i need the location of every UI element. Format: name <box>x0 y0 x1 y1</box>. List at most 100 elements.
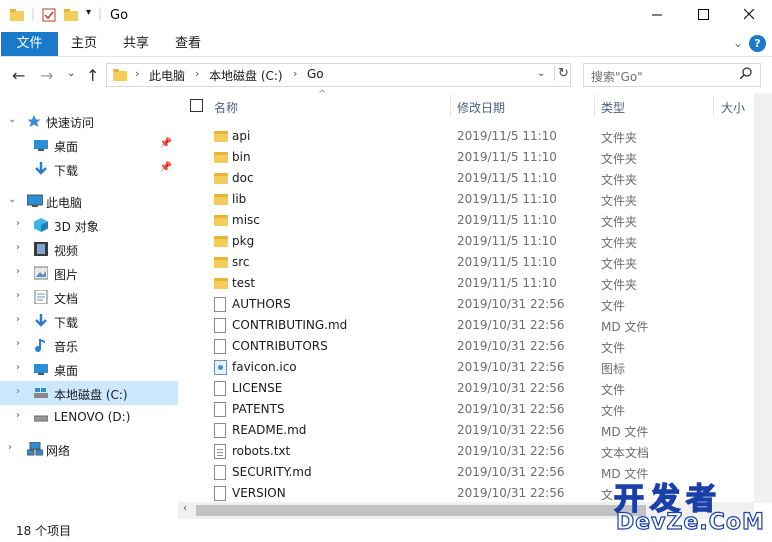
address-row: ← → ⌄ ↑ › 此电脑 › 本地磁盘 (C:) › Go ⌄ ↻ 搜索"Go… <box>0 56 772 93</box>
column-type[interactable]: 类型 <box>601 99 625 116</box>
scroll-left-icon[interactable]: ‹ <box>183 503 187 514</box>
file-row[interactable]: misc 2019/11/5 11:10 文件夹 <box>178 210 772 231</box>
chevron-right-icon[interactable]: › <box>16 314 20 325</box>
column-size[interactable]: 大小 <box>721 99 745 116</box>
address-bar[interactable]: › 此电脑 › 本地磁盘 (C:) › Go ⌄ ↻ <box>106 63 571 87</box>
desktop-icon <box>34 138 48 152</box>
chevron-right-icon[interactable]: › <box>16 290 20 301</box>
nav-item-videos[interactable]: › 视频 <box>0 237 178 261</box>
file-date: 2019/11/5 11:10 <box>457 129 557 143</box>
chevron-right-icon[interactable]: › <box>16 266 20 277</box>
forward-icon[interactable]: → <box>40 66 53 85</box>
file-row[interactable]: pkg 2019/11/5 11:10 文件夹 <box>178 231 772 252</box>
chevron-right-icon[interactable]: › <box>8 442 12 453</box>
column-date[interactable]: 修改日期 <box>457 99 505 116</box>
file-row[interactable]: api 2019/11/5 11:10 文件夹 <box>178 126 772 147</box>
file-type: 文件 <box>601 341 626 355</box>
file-row[interactable]: README.md 2019/10/31 22:56 MD 文件 <box>178 420 772 441</box>
folder-icon <box>214 129 228 144</box>
nav-item-drive-d[interactable]: › LENOVO (D:) <box>0 405 178 429</box>
file-row[interactable]: robots.txt 2019/10/31 22:56 文本文档 <box>178 441 772 462</box>
chevron-right-icon[interactable]: › <box>16 242 20 253</box>
file-name: CONTRIBUTORS <box>232 339 328 353</box>
expand-ribbon-icon[interactable]: ⌄ <box>733 36 743 50</box>
select-all-checkbox[interactable] <box>190 99 203 112</box>
nav-item-this-pc[interactable]: ⌄ 此电脑 <box>0 189 178 213</box>
column-divider[interactable] <box>594 95 595 117</box>
tab-file[interactable]: 文件 <box>1 32 58 56</box>
nav-item-documents[interactable]: › 文档 <box>0 285 178 309</box>
chevron-right-icon[interactable]: › <box>16 338 20 349</box>
back-icon[interactable]: ← <box>12 66 25 85</box>
up-icon[interactable]: ↑ <box>86 66 99 85</box>
help-icon[interactable]: ? <box>749 35 766 52</box>
breadcrumb-separator[interactable]: › <box>293 67 297 80</box>
breadcrumb-this-pc[interactable]: 此电脑 <box>149 67 185 84</box>
properties-icon[interactable] <box>42 8 56 25</box>
tab-view[interactable]: 查看 <box>166 32 210 56</box>
column-divider[interactable] <box>450 95 451 117</box>
file-row[interactable]: CONTRIBUTING.md 2019/10/31 22:56 MD 文件 <box>178 315 772 336</box>
breadcrumb-separator[interactable]: › <box>195 67 199 80</box>
close-button[interactable] <box>726 0 772 32</box>
column-name[interactable]: 名称 <box>214 99 238 116</box>
breadcrumb-separator[interactable]: › <box>135 67 139 80</box>
file-row[interactable]: bin 2019/11/5 11:10 文件夹 <box>178 147 772 168</box>
nav-item-desktop-pc[interactable]: › 桌面 <box>0 357 178 381</box>
tab-share[interactable]: 共享 <box>114 32 158 56</box>
nav-item-3d-objects[interactable]: › 3D 对象 <box>0 213 178 237</box>
pin-icon[interactable]: 📌 <box>160 162 172 173</box>
file-row[interactable]: AUTHORS 2019/10/31 22:56 文件 <box>178 294 772 315</box>
chevron-down-icon[interactable]: ⌄ <box>8 194 16 205</box>
file-row[interactable]: src 2019/11/5 11:10 文件夹 <box>178 252 772 273</box>
file-row[interactable]: CONTRIBUTORS 2019/10/31 22:56 文件 <box>178 336 772 357</box>
file-name: robots.txt <box>232 444 291 458</box>
nav-item-music[interactable]: › 音乐 <box>0 333 178 357</box>
new-folder-icon[interactable] <box>64 8 78 25</box>
nav-item-pictures[interactable]: › 图片 <box>0 261 178 285</box>
customize-toolbar-icon[interactable]: ▾ <box>86 7 91 18</box>
chevron-down-icon[interactable]: ⌄ <box>8 114 16 125</box>
file-date: 2019/10/31 22:56 <box>457 381 565 395</box>
file-row[interactable]: LICENSE 2019/10/31 22:56 文件 <box>178 378 772 399</box>
file-date: 2019/11/5 11:10 <box>457 234 557 248</box>
search-icon[interactable] <box>739 67 752 83</box>
nav-item-quick-access[interactable]: ⌄ 快速访问 <box>0 109 178 133</box>
breadcrumb-drive-c[interactable]: 本地磁盘 (C:) <box>209 67 283 84</box>
chevron-right-icon[interactable]: › <box>16 218 20 229</box>
folder-icon <box>214 150 228 165</box>
file-row[interactable]: test 2019/11/5 11:10 文件夹 <box>178 273 772 294</box>
file-icon <box>214 423 228 438</box>
file-name: CONTRIBUTING.md <box>232 318 348 332</box>
vertical-scrollbar[interactable] <box>754 93 772 503</box>
breadcrumb-go[interactable]: Go <box>307 67 324 81</box>
chevron-right-icon[interactable]: › <box>16 386 20 397</box>
tab-home[interactable]: 主页 <box>62 32 106 56</box>
pin-icon[interactable]: 📌 <box>160 138 172 149</box>
address-dropdown-icon[interactable]: ⌄ <box>537 68 545 79</box>
column-divider[interactable] <box>713 95 714 117</box>
file-row[interactable]: doc 2019/11/5 11:10 文件夹 <box>178 168 772 189</box>
file-name: misc <box>232 213 260 227</box>
chevron-right-icon[interactable]: › <box>16 410 20 421</box>
file-date: 2019/11/5 11:10 <box>457 150 557 164</box>
title-separator: | <box>98 6 103 20</box>
search-box[interactable]: 搜索"Go" <box>583 63 761 87</box>
nav-item-network[interactable]: › 网络 <box>0 437 178 461</box>
refresh-icon[interactable]: ↻ <box>554 66 569 81</box>
scrollbar-thumb[interactable] <box>196 505 646 516</box>
nav-item-label: 文档 <box>54 292 79 306</box>
nav-item-desktop[interactable]: 桌面 📌 <box>0 133 178 157</box>
chevron-right-icon[interactable]: › <box>16 362 20 373</box>
minimize-icon <box>651 8 663 24</box>
nav-item-downloads[interactable]: 下载 📌 <box>0 157 178 181</box>
nav-item-drive-c[interactable]: › 本地磁盘 (C:) <box>0 381 178 405</box>
minimize-button[interactable] <box>634 0 680 32</box>
maximize-button[interactable] <box>680 0 726 32</box>
file-row[interactable]: PATENTS 2019/10/31 22:56 文件 <box>178 399 772 420</box>
file-row[interactable]: favicon.ico 2019/10/31 22:56 图标 <box>178 357 772 378</box>
file-row[interactable]: lib 2019/11/5 11:10 文件夹 <box>178 189 772 210</box>
recent-locations-icon[interactable]: ⌄ <box>67 68 75 79</box>
file-type: MD 文件 <box>601 320 649 334</box>
nav-item-downloads-pc[interactable]: › 下载 <box>0 309 178 333</box>
